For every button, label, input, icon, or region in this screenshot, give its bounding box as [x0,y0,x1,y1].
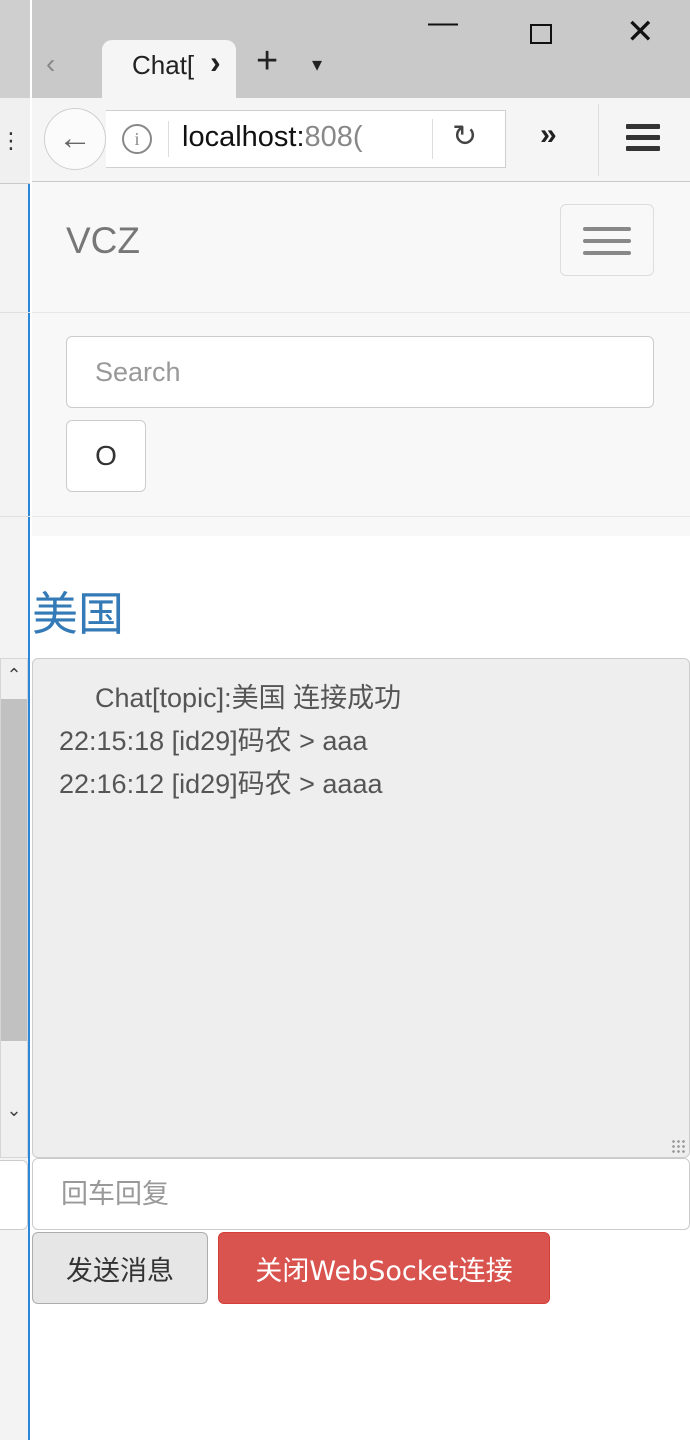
divider [0,516,30,517]
browser-toolbar: ← i localhost:808( ↻ » [32,98,690,182]
search-input[interactable] [66,336,654,408]
background-window-tabbar [0,0,30,98]
scrollbar-thumb[interactable] [1,699,27,1041]
divider [168,121,169,157]
url-port: 808( [304,121,363,153]
divider [432,119,433,159]
log-line: 22:15:18 [id29]码农 > aaa [59,726,368,756]
reply-input[interactable] [32,1158,690,1230]
hamburger-menu-icon[interactable] [626,124,660,154]
arrow-left-icon[interactable]: ← [44,108,106,170]
screen: ⋮ ⌃ ⌄ ‹ Chat[ › + ▾ — ✕ ← i localhost:80… [0,0,690,1440]
address-bar[interactable]: i localhost:808( ↻ [106,110,506,168]
tab-title: Chat[ [132,50,195,80]
scroll-up-icon[interactable]: ⌃ [1,665,27,686]
scroll-down-icon[interactable]: ⌄ [1,1100,27,1121]
site-navbar: VCZ O [32,182,690,536]
chevron-double-right-icon[interactable]: » [540,118,557,152]
caret-down-icon[interactable]: ▾ [312,52,322,77]
info-icon[interactable]: i [122,124,152,154]
page-content: VCZ O 美国 Chat[topic]:美国 连接成功 22:15:18 [i… [32,182,690,1440]
message-log[interactable]: Chat[topic]:美国 连接成功 22:15:18 [id29]码农 > … [32,658,690,1158]
background-window-menu-icon: ⋮ [0,128,22,153]
send-message-button[interactable]: 发送消息 [32,1232,208,1304]
maximize-icon[interactable] [530,24,552,44]
plus-icon[interactable]: + [256,40,278,83]
tab-scroll-right-icon[interactable]: › [210,44,221,81]
url-host: localhost: [182,121,305,153]
reload-icon[interactable]: ↻ [452,119,477,154]
title-bar: ‹ Chat[ › + ▾ — ✕ [32,0,690,98]
navbar-collapse-edge [32,516,690,536]
tab-scroll-left-icon[interactable]: ‹ [46,48,55,80]
browser-window: ‹ Chat[ › + ▾ — ✕ ← i localhost:808( ↻ » [32,0,690,1440]
background-window: ⋮ ⌃ ⌄ [0,0,30,1440]
url-text[interactable]: localhost:808( [182,121,378,157]
close-icon[interactable]: ✕ [626,12,655,52]
background-window-input[interactable] [0,1160,28,1230]
log-line: 22:16:12 [id29]码农 > aaaa [59,769,383,799]
search-submit-button[interactable]: O [66,420,146,492]
divider [0,312,30,313]
background-window-scrollbar[interactable]: ⌃ ⌄ [0,658,28,1158]
divider [32,312,690,313]
divider [598,104,599,176]
navbar-toggle-button[interactable] [560,204,654,276]
log-line: Chat[topic]:美国 连接成功 [95,683,402,713]
topic-heading: 美国 [32,587,124,641]
close-websocket-button[interactable]: 关闭WebSocket连接 [218,1232,550,1304]
minimize-icon[interactable]: — [428,6,458,40]
navbar-brand[interactable]: VCZ [66,220,140,262]
resize-grip-icon[interactable] [671,1139,685,1153]
